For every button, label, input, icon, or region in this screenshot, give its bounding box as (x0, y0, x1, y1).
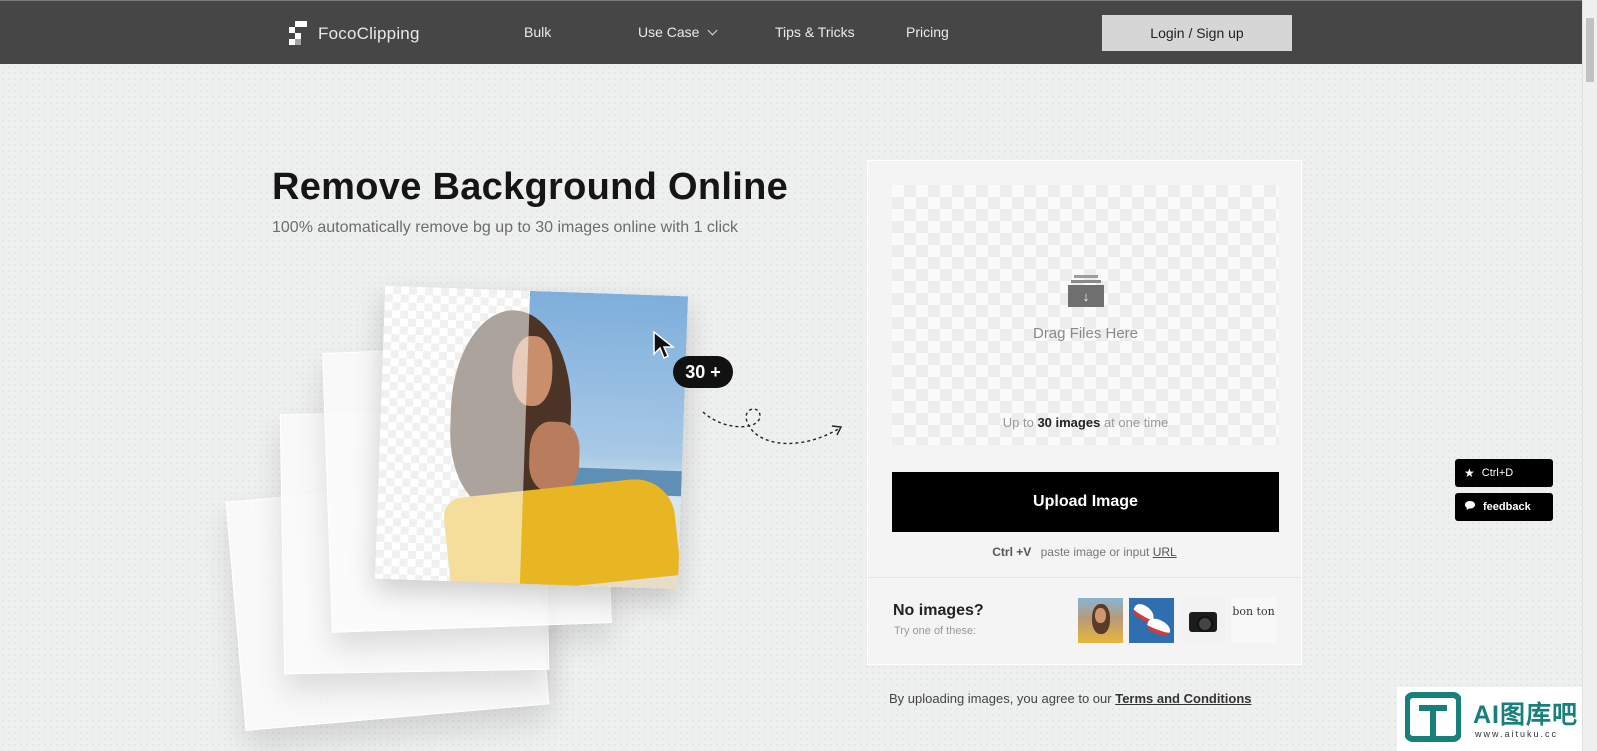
drag-files-text: Drag Files Here (1032, 325, 1139, 342)
limit-prefix: Up to (1002, 415, 1034, 430)
chat-bubble-icon (1464, 500, 1476, 514)
no-images-subtitle: Try one of these: (894, 625, 977, 637)
upload-image-button[interactable]: Upload Image (892, 472, 1279, 532)
sample-photo (374, 285, 689, 590)
watermark-title: AI图库吧 (1473, 701, 1579, 729)
dotted-arrow-icon (702, 408, 843, 445)
page-title: Remove Background Online (272, 166, 789, 208)
bookmark-label: Ctrl+D (1481, 467, 1514, 479)
drop-zone[interactable]: ↓ Drag Files Here Up to 30 images at one… (892, 185, 1279, 445)
sample-image-camera[interactable] (1180, 598, 1225, 643)
download-tray-icon: ↓ (1068, 275, 1104, 307)
url-link[interactable]: URL (1153, 545, 1177, 559)
nav-bulk[interactable]: Bulk (524, 24, 551, 40)
limit-suffix: at one time (1103, 415, 1169, 430)
limit-count: 30 images (1037, 415, 1101, 430)
paste-shortcut: Ctrl +V (992, 545, 1032, 559)
paste-hint: Ctrl +V paste image or input URL (868, 545, 1301, 559)
bookmark-button[interactable]: ★ Ctrl+D (1455, 459, 1553, 487)
scrollbar-thumb[interactable] (1586, 18, 1594, 82)
no-images-title: No images? (893, 602, 984, 619)
upload-limit-text: Up to 30 images at one time (892, 415, 1279, 430)
sample-image-logo[interactable]: bon ton (1231, 598, 1276, 643)
count-badge: 30 + (673, 356, 733, 388)
watermark-logo-icon (1405, 692, 1461, 742)
watermark: AI图库吧 www.aituku.cc (1397, 687, 1582, 751)
divider (868, 577, 1301, 578)
feedback-button[interactable]: feedback (1455, 493, 1553, 521)
paste-text: paste image or input (1040, 545, 1150, 559)
star-icon: ★ (1464, 466, 1475, 480)
feedback-label: feedback (1483, 501, 1531, 513)
logo[interactable]: FocoClipping (289, 20, 420, 48)
sample-logo-text: bon ton (1232, 605, 1275, 618)
terms-notice: By uploading images, you agree to our Te… (889, 691, 1251, 706)
nav-use-case-label: Use Case (638, 24, 700, 40)
logo-text: FocoClipping (318, 24, 420, 43)
nav-tips-tricks[interactable]: Tips & Tricks (775, 24, 855, 40)
terms-link[interactable]: Terms and Conditions (1115, 691, 1251, 706)
chevron-down-icon (708, 25, 718, 36)
nav-use-case[interactable]: Use Case (638, 24, 718, 40)
upload-panel: ↓ Drag Files Here Up to 30 images at one… (867, 160, 1302, 665)
cursor-icon (653, 330, 676, 360)
sample-image-shoes[interactable] (1129, 598, 1174, 643)
scrollbar[interactable] (1582, 0, 1597, 751)
top-nav: FocoClipping Bulk Use Case Tips & Tricks… (0, 0, 1582, 64)
watermark-url: www.aituku.cc (1475, 729, 1559, 739)
login-signup-button[interactable]: Login / Sign up (1102, 15, 1292, 51)
sample-image-woman[interactable] (1078, 598, 1123, 643)
nav-pricing[interactable]: Pricing (906, 24, 949, 40)
terms-prefix: By uploading images, you agree to our (889, 691, 1112, 706)
logo-icon (289, 21, 307, 47)
page-subtitle: 100% automatically remove bg up to 30 im… (272, 219, 739, 236)
